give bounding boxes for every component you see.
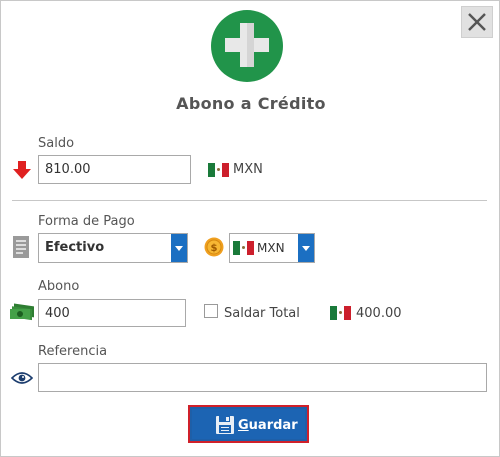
forma-pago-label: Forma de Pago [38, 214, 135, 229]
saldo-input[interactable] [38, 155, 191, 184]
forma-pago-select[interactable]: Efectivo [38, 233, 188, 263]
forma-pago-value: Efectivo [45, 240, 105, 255]
saldo-currency: MXN [233, 162, 263, 177]
chevron-down-icon [171, 234, 187, 262]
abono-total-value: 400.00 [356, 306, 402, 321]
referencia-input[interactable] [38, 363, 487, 392]
dialog-title: Abono a Crédito [176, 94, 326, 113]
saldar-total-label: Saldar Total [224, 306, 300, 321]
money-icon [10, 303, 34, 321]
save-label-rest: uardar [248, 418, 298, 433]
saldo-label: Saldo [38, 136, 75, 151]
close-button[interactable] [461, 6, 493, 38]
abono-input[interactable] [38, 299, 186, 327]
arrow-down-icon [13, 161, 31, 179]
document-icon [13, 236, 29, 258]
currency-select-value: MXN [257, 241, 285, 255]
eye-icon [11, 372, 33, 384]
add-credit-icon-circle [211, 10, 283, 82]
floppy-disk-icon [216, 416, 234, 434]
plus-icon [225, 23, 269, 67]
referencia-label: Referencia [38, 344, 108, 359]
save-accelerator-letter: G [238, 418, 249, 433]
svg-text:$: $ [211, 243, 218, 254]
save-button-label: Guardar [238, 418, 298, 433]
mexico-flag-icon [330, 306, 351, 320]
mexico-flag-icon [233, 241, 254, 255]
save-button[interactable]: Guardar [188, 405, 309, 443]
abono-label: Abono [38, 279, 80, 294]
abono-dialog: Abono a Crédito Saldo MXN Forma de Pago … [0, 0, 500, 457]
chevron-down-icon [298, 234, 314, 262]
section-divider [12, 200, 487, 201]
mexico-flag-icon [208, 163, 229, 177]
close-icon [468, 13, 486, 31]
coin-icon: $ [204, 237, 224, 257]
currency-select[interactable]: MXN [229, 233, 315, 263]
saldar-total-checkbox[interactable] [204, 304, 218, 318]
